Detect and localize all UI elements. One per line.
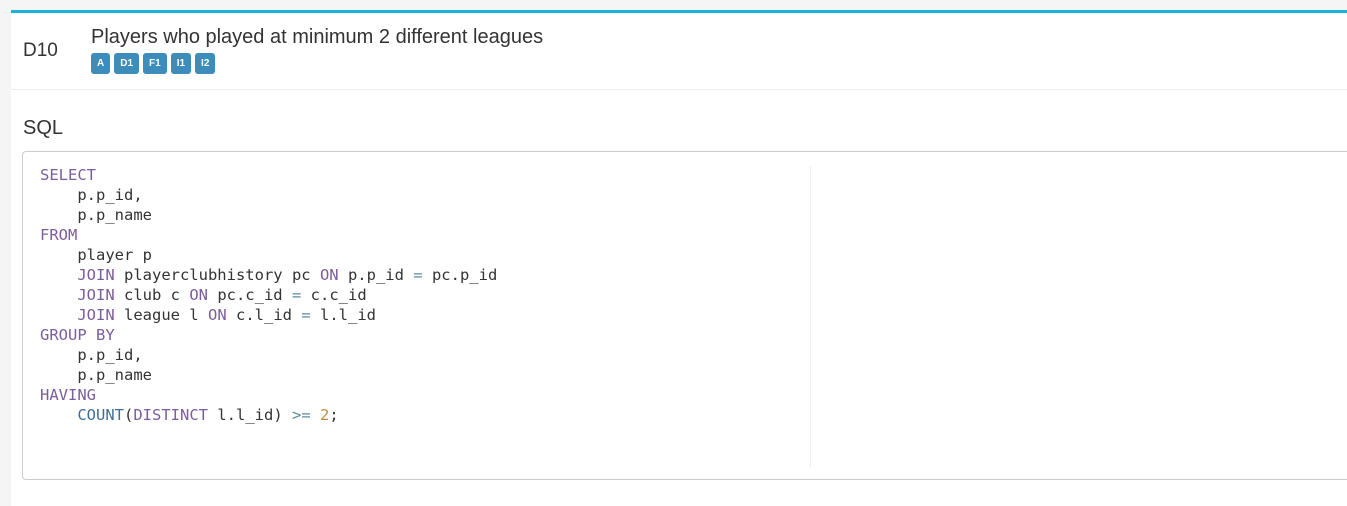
code-line: player p xyxy=(40,245,497,265)
code-line: p.p_id, xyxy=(40,185,497,205)
sql-keyword: FROM xyxy=(40,226,78,244)
sql-text: p.p_id, xyxy=(40,346,143,364)
tag-d1[interactable]: D1 xyxy=(114,53,140,74)
sql-keyword: HAVING xyxy=(40,386,96,404)
sql-keyword: JOIN xyxy=(77,286,115,304)
query-title: Players who played at minimum 2 differen… xyxy=(91,26,544,48)
sql-keyword: GROUP BY xyxy=(40,326,115,344)
sql-keyword: ON xyxy=(319,266,339,284)
sql-text: p.p_id xyxy=(338,266,414,284)
sql-operator: = xyxy=(413,266,423,284)
sql-text: c.c_id xyxy=(301,286,367,304)
sql-code[interactable]: SELECT p.p_id, p.p_name FROM player p JOI… xyxy=(40,165,497,425)
sql-section-title: SQL xyxy=(23,117,64,139)
sql-operator: = xyxy=(301,306,311,324)
sql-text: p.p_name xyxy=(40,366,152,384)
sql-text: p.p_name xyxy=(40,206,152,224)
sql-keyword: DISTINCT xyxy=(133,406,208,424)
query-id: D10 xyxy=(23,40,58,61)
sql-keyword: SELECT xyxy=(40,166,96,184)
code-line: FROM xyxy=(40,225,497,245)
sql-number: 2 xyxy=(320,406,330,424)
sql-keyword: JOIN xyxy=(77,306,115,324)
sql-text: p.p_id, xyxy=(40,186,143,204)
sql-function: COUNT xyxy=(77,406,124,424)
tag-i2[interactable]: I2 xyxy=(195,53,216,74)
code-line: JOIN club c ON pc.c_id = c.c_id xyxy=(40,285,497,305)
query-header: D10 Players who played at minimum 2 diff… xyxy=(11,13,1347,90)
code-line: GROUP BY xyxy=(40,325,497,345)
code-line: SELECT xyxy=(40,165,497,185)
sql-text: club c xyxy=(114,286,190,304)
print-margin-line xyxy=(810,166,811,468)
sql-text: pc.c_id xyxy=(207,286,292,304)
tag-a[interactable]: A xyxy=(91,53,111,74)
code-line: p.p_id, xyxy=(40,345,497,365)
query-card: D10 Players who played at minimum 2 diff… xyxy=(11,10,1347,506)
sql-text: league l xyxy=(114,306,208,324)
sql-text: c.l_id xyxy=(226,306,302,324)
code-line: p.p_name xyxy=(40,205,497,225)
code-line: COUNT(DISTINCT l.l_id) >= 2; xyxy=(40,405,497,425)
sql-operator: = xyxy=(291,286,302,304)
sql-text: ( xyxy=(124,406,134,424)
sql-text: playerclubhistory pc xyxy=(114,266,320,284)
sql-text: l.l_id xyxy=(310,306,376,324)
sql-keyword: ON xyxy=(189,286,208,304)
tag-i1[interactable]: I1 xyxy=(170,53,192,74)
code-line: p.p_name xyxy=(40,365,497,385)
sql-keyword: ON xyxy=(207,306,227,324)
tag-list: A D1 F1 I1 I2 xyxy=(91,53,219,74)
code-line: JOIN league l ON c.l_id = l.l_id xyxy=(40,305,497,325)
sql-text: player p xyxy=(40,246,152,264)
tag-f1[interactable]: F1 xyxy=(143,53,167,74)
code-line: JOIN playerclubhistory pc ON p.p_id = pc… xyxy=(40,265,497,285)
code-line: HAVING xyxy=(40,385,497,405)
sql-keyword: JOIN xyxy=(77,266,115,284)
sql-text: l.l_id) xyxy=(208,406,292,424)
sql-text: ; xyxy=(329,406,339,424)
sql-text: pc.p_id xyxy=(422,266,498,284)
sql-operator: >= xyxy=(292,406,311,424)
sql-editor[interactable]: SELECT p.p_id, p.p_name FROM player p JOI… xyxy=(22,151,1347,480)
